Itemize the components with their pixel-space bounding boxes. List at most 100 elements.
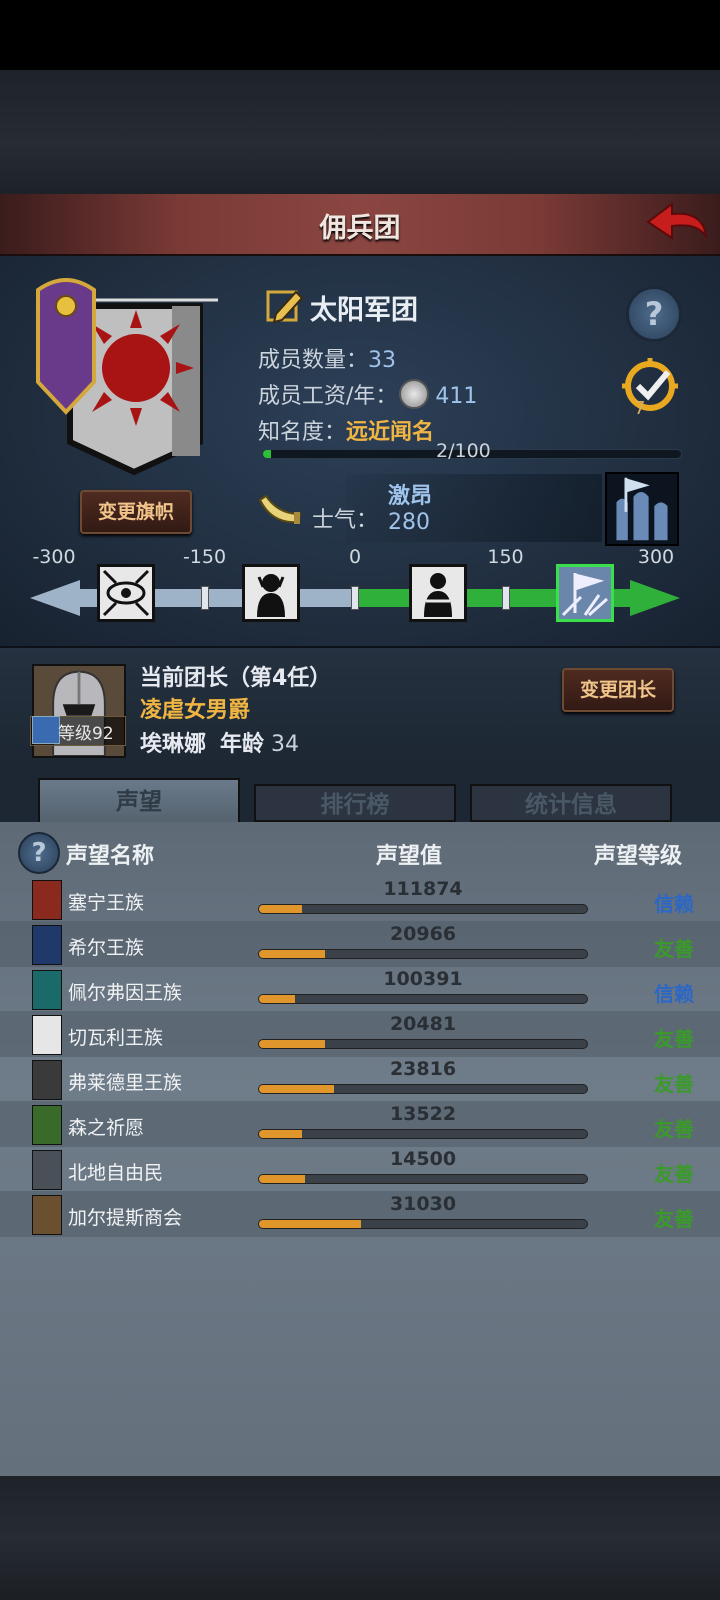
scale-tick-label: -150 bbox=[182, 546, 227, 568]
reputation-rank: 友善 bbox=[654, 937, 694, 961]
help-icon[interactable]: ? bbox=[18, 832, 60, 874]
salary-label: 成员工资/年： bbox=[258, 384, 398, 409]
col-value-header: 声望值 bbox=[376, 844, 443, 869]
faction-crest-icon bbox=[32, 880, 62, 920]
reputation-value: 20966 bbox=[389, 923, 457, 945]
reputation-value: 23816 bbox=[389, 1058, 457, 1080]
scale-tick-label: 300 bbox=[637, 546, 675, 568]
reputation-rank: 友善 bbox=[654, 1117, 694, 1141]
table-header: ? 声望名称 声望值 声望等级 bbox=[0, 830, 720, 874]
reputation-bar bbox=[258, 994, 588, 1004]
age-value: 34 bbox=[271, 732, 300, 757]
faction-crest-icon bbox=[32, 1195, 62, 1235]
reputation-rank: 友善 bbox=[654, 1162, 694, 1186]
scale-tick-mark bbox=[200, 586, 209, 610]
reputation-rank: 友善 bbox=[654, 1072, 694, 1096]
reputation-rank: 信赖 bbox=[654, 892, 694, 916]
task-badge-icon[interactable] bbox=[620, 356, 686, 426]
scale-tick-mark bbox=[501, 586, 510, 610]
col-rank-header: 声望等级 bbox=[594, 844, 683, 869]
members-label: 成员数量： bbox=[258, 348, 369, 373]
fame-label: 知名度： bbox=[258, 420, 347, 445]
reputation-value: 13522 bbox=[389, 1103, 457, 1125]
members-row: 成员数量：33 bbox=[258, 342, 396, 374]
salary-value: 411 bbox=[435, 384, 478, 409]
guild-banner-icon bbox=[36, 278, 218, 476]
tab-leaderboard[interactable]: 排行榜 bbox=[254, 784, 456, 822]
scale-tick-label: -300 bbox=[32, 546, 76, 568]
army-morale-icon[interactable] bbox=[605, 472, 679, 546]
calm-icon[interactable] bbox=[409, 564, 467, 622]
age-label: 年龄 bbox=[220, 732, 265, 757]
salary-row: 成员工资/年： 411 bbox=[258, 378, 477, 410]
page-title: 佣兵团 bbox=[319, 213, 401, 244]
scale-tick-label: 150 bbox=[487, 546, 524, 568]
faction-name: 北地自由民 bbox=[68, 1162, 164, 1184]
despair-icon[interactable] bbox=[97, 564, 155, 622]
table-row[interactable]: 加尔提斯商会 31030 友善 bbox=[0, 1191, 720, 1237]
reputation-rank: 友善 bbox=[654, 1207, 694, 1231]
change-banner-button[interactable]: 变更旗帜 bbox=[80, 490, 192, 534]
task-badge-count: 7 bbox=[634, 398, 646, 419]
scale-tick-label: 0 bbox=[348, 546, 362, 568]
title-bar: 佣兵团 bbox=[0, 194, 720, 256]
faction-name: 加尔提斯商会 bbox=[68, 1207, 183, 1229]
back-arrow-icon[interactable] bbox=[644, 200, 710, 248]
faction-name: 弗莱德里王族 bbox=[68, 1072, 183, 1094]
reputation-value: 14500 bbox=[389, 1148, 457, 1170]
table-row[interactable]: 希尔王族 20966 友善 bbox=[0, 921, 720, 967]
morale-background bbox=[346, 474, 602, 542]
faction-crest-icon bbox=[32, 1060, 62, 1100]
table-row[interactable]: 塞宁王族 111874 信赖 bbox=[0, 876, 720, 922]
reputation-rank: 友善 bbox=[654, 1027, 694, 1051]
reputation-bar bbox=[258, 1174, 588, 1184]
stone-footer-texture bbox=[0, 1476, 720, 1600]
leader-title: 当前团长（第4任） bbox=[140, 666, 332, 691]
col-name-header: 声望名称 bbox=[66, 844, 155, 869]
tab-bar: 声望 排行榜 统计信息 bbox=[0, 766, 720, 822]
leader-level: 等级92 bbox=[58, 724, 114, 744]
faction-name: 森之祈愿 bbox=[68, 1117, 145, 1139]
inspired-icon[interactable] bbox=[556, 564, 614, 622]
reputation-bar bbox=[258, 1084, 588, 1094]
scale-tick-mark bbox=[351, 586, 359, 610]
help-icon[interactable]: ? bbox=[626, 286, 682, 342]
faction-crest-icon bbox=[32, 1015, 62, 1055]
reputation-value: 111874 bbox=[383, 878, 463, 900]
faction-name: 希尔王族 bbox=[68, 937, 145, 959]
reputation-rank: 信赖 bbox=[654, 982, 694, 1006]
reputation-list: ? 声望名称 声望值 声望等级 塞宁王族 111874 信赖 希尔王族 20966 友善佩… bbox=[0, 822, 720, 1476]
reputation-bar bbox=[258, 949, 588, 959]
reputation-value: 31030 bbox=[389, 1193, 457, 1215]
leader-name: 埃琳娜 bbox=[140, 732, 207, 757]
faction-crest-icon bbox=[32, 925, 62, 965]
faction-crest-icon bbox=[32, 970, 62, 1010]
stone-header-texture bbox=[0, 70, 720, 195]
faction-crest-icon bbox=[32, 1105, 62, 1145]
reputation-bar bbox=[258, 904, 588, 914]
table-row[interactable]: 北地自由民 14500 友善 bbox=[0, 1146, 720, 1192]
tab-reputation[interactable]: 声望 bbox=[38, 778, 240, 822]
morale-state: 激昂 bbox=[388, 484, 433, 509]
tab-statistics[interactable]: 统计信息 bbox=[470, 784, 672, 822]
reputation-bar bbox=[258, 1219, 588, 1229]
leader-info: 埃琳娜 年龄 34 bbox=[140, 726, 299, 758]
table-row[interactable]: 切瓦利王族 20481 友善 bbox=[0, 1011, 720, 1057]
fame-progress-text: 2/100 bbox=[436, 440, 491, 462]
status-bar bbox=[0, 0, 720, 70]
rename-pencil-icon[interactable] bbox=[266, 286, 304, 324]
table-row[interactable]: 森之祈愿 13522 友善 bbox=[0, 1101, 720, 1147]
table-row[interactable]: 佩尔弗因王族 100391 信赖 bbox=[0, 966, 720, 1012]
faction-name: 塞宁王族 bbox=[68, 892, 145, 914]
reputation-value: 20481 bbox=[389, 1013, 457, 1035]
fear-icon[interactable] bbox=[242, 564, 300, 622]
guild-name: 太阳军团 bbox=[310, 295, 418, 326]
morale-value: 280 bbox=[388, 510, 430, 535]
faction-name: 佩尔弗因王族 bbox=[68, 982, 183, 1004]
change-leader-button[interactable]: 变更团长 bbox=[562, 668, 674, 712]
silver-coin-icon bbox=[399, 379, 430, 409]
guild-info-panel: 变更旗帜 太阳军团 ? 成员数量：33 成员工资/年： 411 知名度：远近闻名 … bbox=[0, 256, 720, 648]
reputation-value: 100391 bbox=[383, 968, 463, 990]
table-row[interactable]: 弗莱德里王族 23816 友善 bbox=[0, 1056, 720, 1102]
leader-trait[interactable]: 凌虐女男爵 bbox=[140, 692, 250, 724]
